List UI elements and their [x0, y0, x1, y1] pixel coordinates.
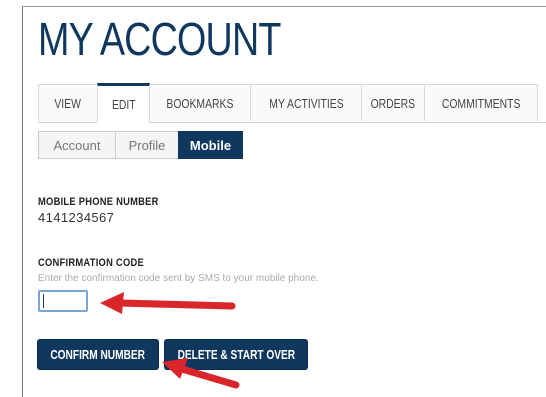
- confirmation-code-input[interactable]: [38, 290, 88, 312]
- confirm-number-button[interactable]: CONFIRM NUMBER: [37, 339, 159, 370]
- mobile-phone-value: 4141234567: [38, 210, 115, 225]
- subtab-profile[interactable]: Profile: [115, 131, 179, 159]
- tab-bookmarks-label: BOOKMARKS: [166, 95, 234, 111]
- tab-edit-label: EDIT: [111, 96, 136, 112]
- subtab-mobile[interactable]: Mobile: [178, 131, 243, 159]
- tab-orders-label: ORDERS: [370, 95, 416, 111]
- account-tabs: VIEW EDIT BOOKMARKS MY ACTIVITIES ORDERS…: [38, 83, 546, 123]
- mobile-phone-label: MOBILE PHONE NUMBER: [38, 196, 159, 208]
- confirm-number-label: CONFIRM NUMBER: [50, 347, 146, 362]
- confirmation-code-help: Enter the confirmation code sent by SMS …: [38, 273, 319, 284]
- delete-start-over-label: DELETE & START OVER: [177, 347, 295, 362]
- tab-commitments[interactable]: COMMITMENTS: [424, 84, 538, 121]
- tab-view[interactable]: VIEW: [38, 84, 98, 121]
- tab-edit[interactable]: EDIT: [97, 83, 150, 123]
- tab-orders[interactable]: ORDERS: [361, 84, 425, 121]
- tab-bookmarks[interactable]: BOOKMARKS: [149, 84, 251, 121]
- tab-my-activities[interactable]: MY ACTIVITIES: [250, 84, 362, 121]
- text-cursor: [43, 294, 44, 308]
- edit-subtabs: Account Profile Mobile: [38, 131, 243, 159]
- tab-commitments-label: COMMITMENTS: [441, 95, 521, 111]
- delete-start-over-button[interactable]: DELETE & START OVER: [164, 339, 308, 370]
- subtab-account[interactable]: Account: [38, 131, 116, 159]
- tab-my-activities-label: MY ACTIVITIES: [268, 95, 344, 111]
- page-title: MY ACCOUNT: [38, 13, 281, 65]
- confirmation-code-label: CONFIRMATION CODE: [38, 257, 144, 269]
- tab-view-label: VIEW: [54, 95, 82, 111]
